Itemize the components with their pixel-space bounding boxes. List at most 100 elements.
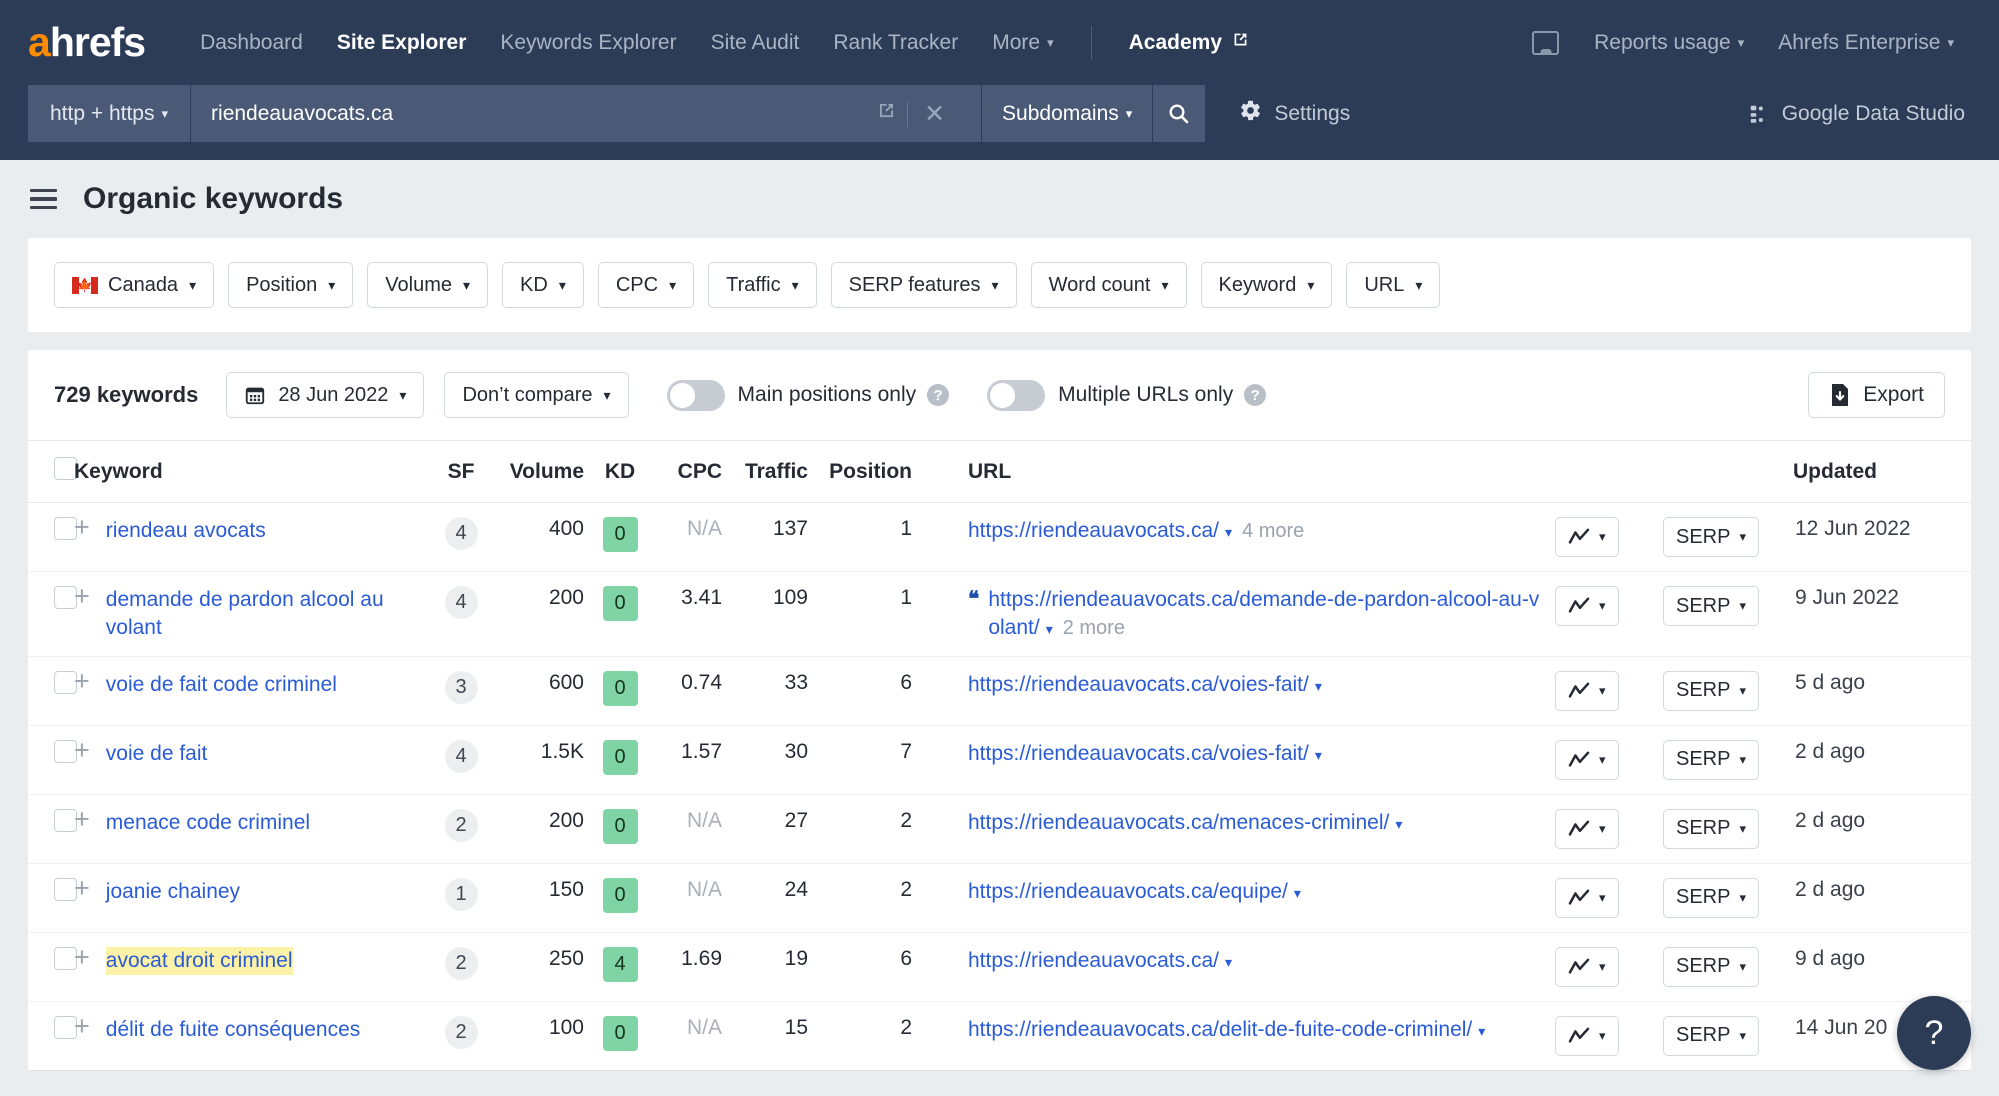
- nav-item-site-audit[interactable]: Site Audit: [694, 31, 817, 55]
- nav-item-more[interactable]: More ▾: [975, 31, 1070, 55]
- serp-button[interactable]: SERP ▾: [1663, 808, 1759, 849]
- chevron-down-icon: ▾: [1599, 529, 1606, 544]
- filter-position[interactable]: Position ▾: [228, 262, 354, 308]
- search-button[interactable]: [1152, 85, 1206, 142]
- chevron-down-icon[interactable]: ▾: [1478, 1023, 1485, 1039]
- url-link[interactable]: https://riendeauavocats.ca/equipe/: [968, 880, 1288, 903]
- compare-selector[interactable]: Don’t compare ▾: [444, 372, 629, 418]
- filter-kd[interactable]: KD ▾: [502, 262, 584, 308]
- header-cpc[interactable]: CPC: [650, 441, 728, 503]
- nav-item-site-explorer[interactable]: Site Explorer: [320, 31, 484, 55]
- url-link[interactable]: https://riendeauavocats.ca/menaces-crimi…: [968, 811, 1389, 834]
- keyword-link[interactable]: délit de fuite conséquences: [106, 1016, 361, 1044]
- keyword-link[interactable]: avocat droit criminel: [105, 946, 293, 975]
- position-history-button[interactable]: ▾: [1555, 739, 1619, 780]
- multiple-urls-toggle[interactable]: [987, 379, 1046, 411]
- settings-button[interactable]: Settings: [1239, 85, 1350, 142]
- hamburger-icon[interactable]: [30, 188, 57, 210]
- url-link[interactable]: https://riendeauavocats.ca/voies-fait/: [968, 742, 1309, 765]
- position-history-button[interactable]: ▾: [1555, 586, 1619, 626]
- nav-item-academy[interactable]: Academy: [1112, 30, 1267, 55]
- protocol-selector[interactable]: http + https ▾: [28, 85, 192, 142]
- url-link[interactable]: https://riendeauavocats.ca/: [968, 949, 1219, 972]
- url-link[interactable]: https://riendeauavocats.ca/: [968, 519, 1219, 542]
- expand-keyword-icon[interactable]: +: [74, 583, 90, 610]
- chevron-down-icon[interactable]: ▾: [1225, 524, 1232, 540]
- expand-keyword-icon[interactable]: +: [74, 805, 90, 832]
- nav-item-account[interactable]: Ahrefs Enterprise ▾: [1761, 31, 1971, 55]
- expand-keyword-icon[interactable]: +: [74, 943, 90, 970]
- help-button[interactable]: ?: [1897, 996, 1971, 1070]
- filter-word-count[interactable]: Word count ▾: [1030, 262, 1187, 308]
- serp-button[interactable]: SERP ▾: [1663, 586, 1759, 626]
- nav-item-reports-usage[interactable]: Reports usage ▾: [1577, 31, 1761, 55]
- screen-icon[interactable]: [1532, 30, 1560, 55]
- scope-selector[interactable]: Subdomains ▾: [981, 85, 1153, 142]
- serp-button[interactable]: SERP ▾: [1663, 670, 1759, 711]
- chevron-down-icon[interactable]: ▾: [1225, 954, 1232, 970]
- keyword-link[interactable]: riendeau avocats: [106, 517, 266, 545]
- nav-item-dashboard[interactable]: Dashboard: [183, 31, 320, 55]
- serp-button[interactable]: SERP ▾: [1663, 946, 1759, 987]
- url-field-icons: ✕: [866, 99, 961, 129]
- header-updated[interactable]: Updated: [1789, 441, 1971, 503]
- target-url-input[interactable]: riendeauavocats.ca ✕: [191, 85, 982, 142]
- header-kd[interactable]: KD: [590, 441, 650, 503]
- expand-keyword-icon[interactable]: +: [74, 1012, 90, 1039]
- export-button[interactable]: Export: [1808, 372, 1945, 418]
- nav-item-rank-tracker[interactable]: Rank Tracker: [816, 31, 975, 55]
- filter-url[interactable]: URL ▾: [1346, 262, 1441, 308]
- help-tooltip-icon[interactable]: ?: [927, 384, 950, 406]
- filter-keyword[interactable]: Keyword ▾: [1200, 262, 1333, 308]
- filter-volume[interactable]: Volume ▾: [367, 262, 489, 308]
- chevron-down-icon: ▾: [1739, 889, 1746, 905]
- clear-input-icon[interactable]: ✕: [908, 99, 961, 129]
- chevron-down-icon[interactable]: ▾: [1315, 747, 1322, 763]
- keyword-link[interactable]: demande de pardon alcool au volant: [106, 586, 422, 642]
- nav-item-keywords-explorer[interactable]: Keywords Explorer: [483, 31, 693, 55]
- filter-cpc[interactable]: CPC ▾: [597, 262, 695, 308]
- chevron-down-icon[interactable]: ▾: [1315, 678, 1322, 694]
- filter-country[interactable]: 🍁 Canada ▾: [54, 262, 215, 308]
- header-traffic[interactable]: Traffic: [728, 441, 814, 503]
- serp-button[interactable]: SERP ▾: [1663, 1015, 1759, 1056]
- filter-serp-features[interactable]: SERP features ▾: [830, 262, 1017, 308]
- expand-keyword-icon[interactable]: +: [74, 667, 90, 694]
- position-history-button[interactable]: ▾: [1555, 670, 1619, 711]
- keyword-link[interactable]: voie de fait: [106, 740, 208, 768]
- cpc-cell: 1.57: [650, 725, 728, 795]
- position-history-button[interactable]: ▾: [1555, 808, 1619, 849]
- position-history-button[interactable]: ▾: [1555, 517, 1619, 557]
- more-urls-label[interactable]: 4 more: [1242, 520, 1304, 542]
- position-history-button[interactable]: ▾: [1555, 946, 1619, 987]
- chevron-down-icon[interactable]: ▾: [1395, 816, 1402, 832]
- expand-keyword-icon[interactable]: +: [74, 874, 90, 901]
- serp-button[interactable]: SERP ▾: [1663, 877, 1759, 918]
- url-link[interactable]: https://riendeauavocats.ca/voies-fait/: [968, 673, 1309, 696]
- position-history-button[interactable]: ▾: [1555, 877, 1619, 918]
- keyword-link[interactable]: voie de fait code criminel: [106, 671, 337, 699]
- help-tooltip-icon[interactable]: ?: [1244, 384, 1267, 406]
- header-volume[interactable]: Volume: [494, 441, 590, 503]
- more-urls-label[interactable]: 2 more: [1063, 617, 1125, 639]
- date-picker-button[interactable]: 28 Jun 2022 ▾: [226, 372, 425, 418]
- serp-button[interactable]: SERP ▾: [1663, 517, 1759, 557]
- header-keyword[interactable]: Keyword: [68, 441, 428, 503]
- keyword-link[interactable]: joanie chainey: [106, 878, 240, 906]
- open-in-new-tab-icon[interactable]: [866, 100, 907, 127]
- header-url[interactable]: URL: [942, 441, 1549, 503]
- url-link[interactable]: https://riendeauavocats.ca/delit-de-fuit…: [968, 1018, 1472, 1041]
- header-sf[interactable]: SF: [428, 441, 494, 503]
- chevron-down-icon[interactable]: ▾: [1046, 621, 1053, 637]
- header-position[interactable]: Position: [814, 441, 942, 503]
- chevron-down-icon[interactable]: ▾: [1294, 885, 1301, 901]
- position-history-button[interactable]: ▾: [1555, 1015, 1619, 1056]
- main-positions-toggle[interactable]: [666, 379, 725, 411]
- ahrefs-logo[interactable]: a hrefs: [28, 19, 146, 66]
- filter-traffic[interactable]: Traffic ▾: [708, 262, 817, 308]
- keyword-link[interactable]: menace code criminel: [106, 809, 310, 837]
- expand-keyword-icon[interactable]: +: [74, 736, 90, 763]
- expand-keyword-icon[interactable]: +: [74, 514, 90, 541]
- serp-button[interactable]: SERP ▾: [1663, 739, 1759, 780]
- google-data-studio-button[interactable]: Google Data Studio: [1748, 85, 1971, 142]
